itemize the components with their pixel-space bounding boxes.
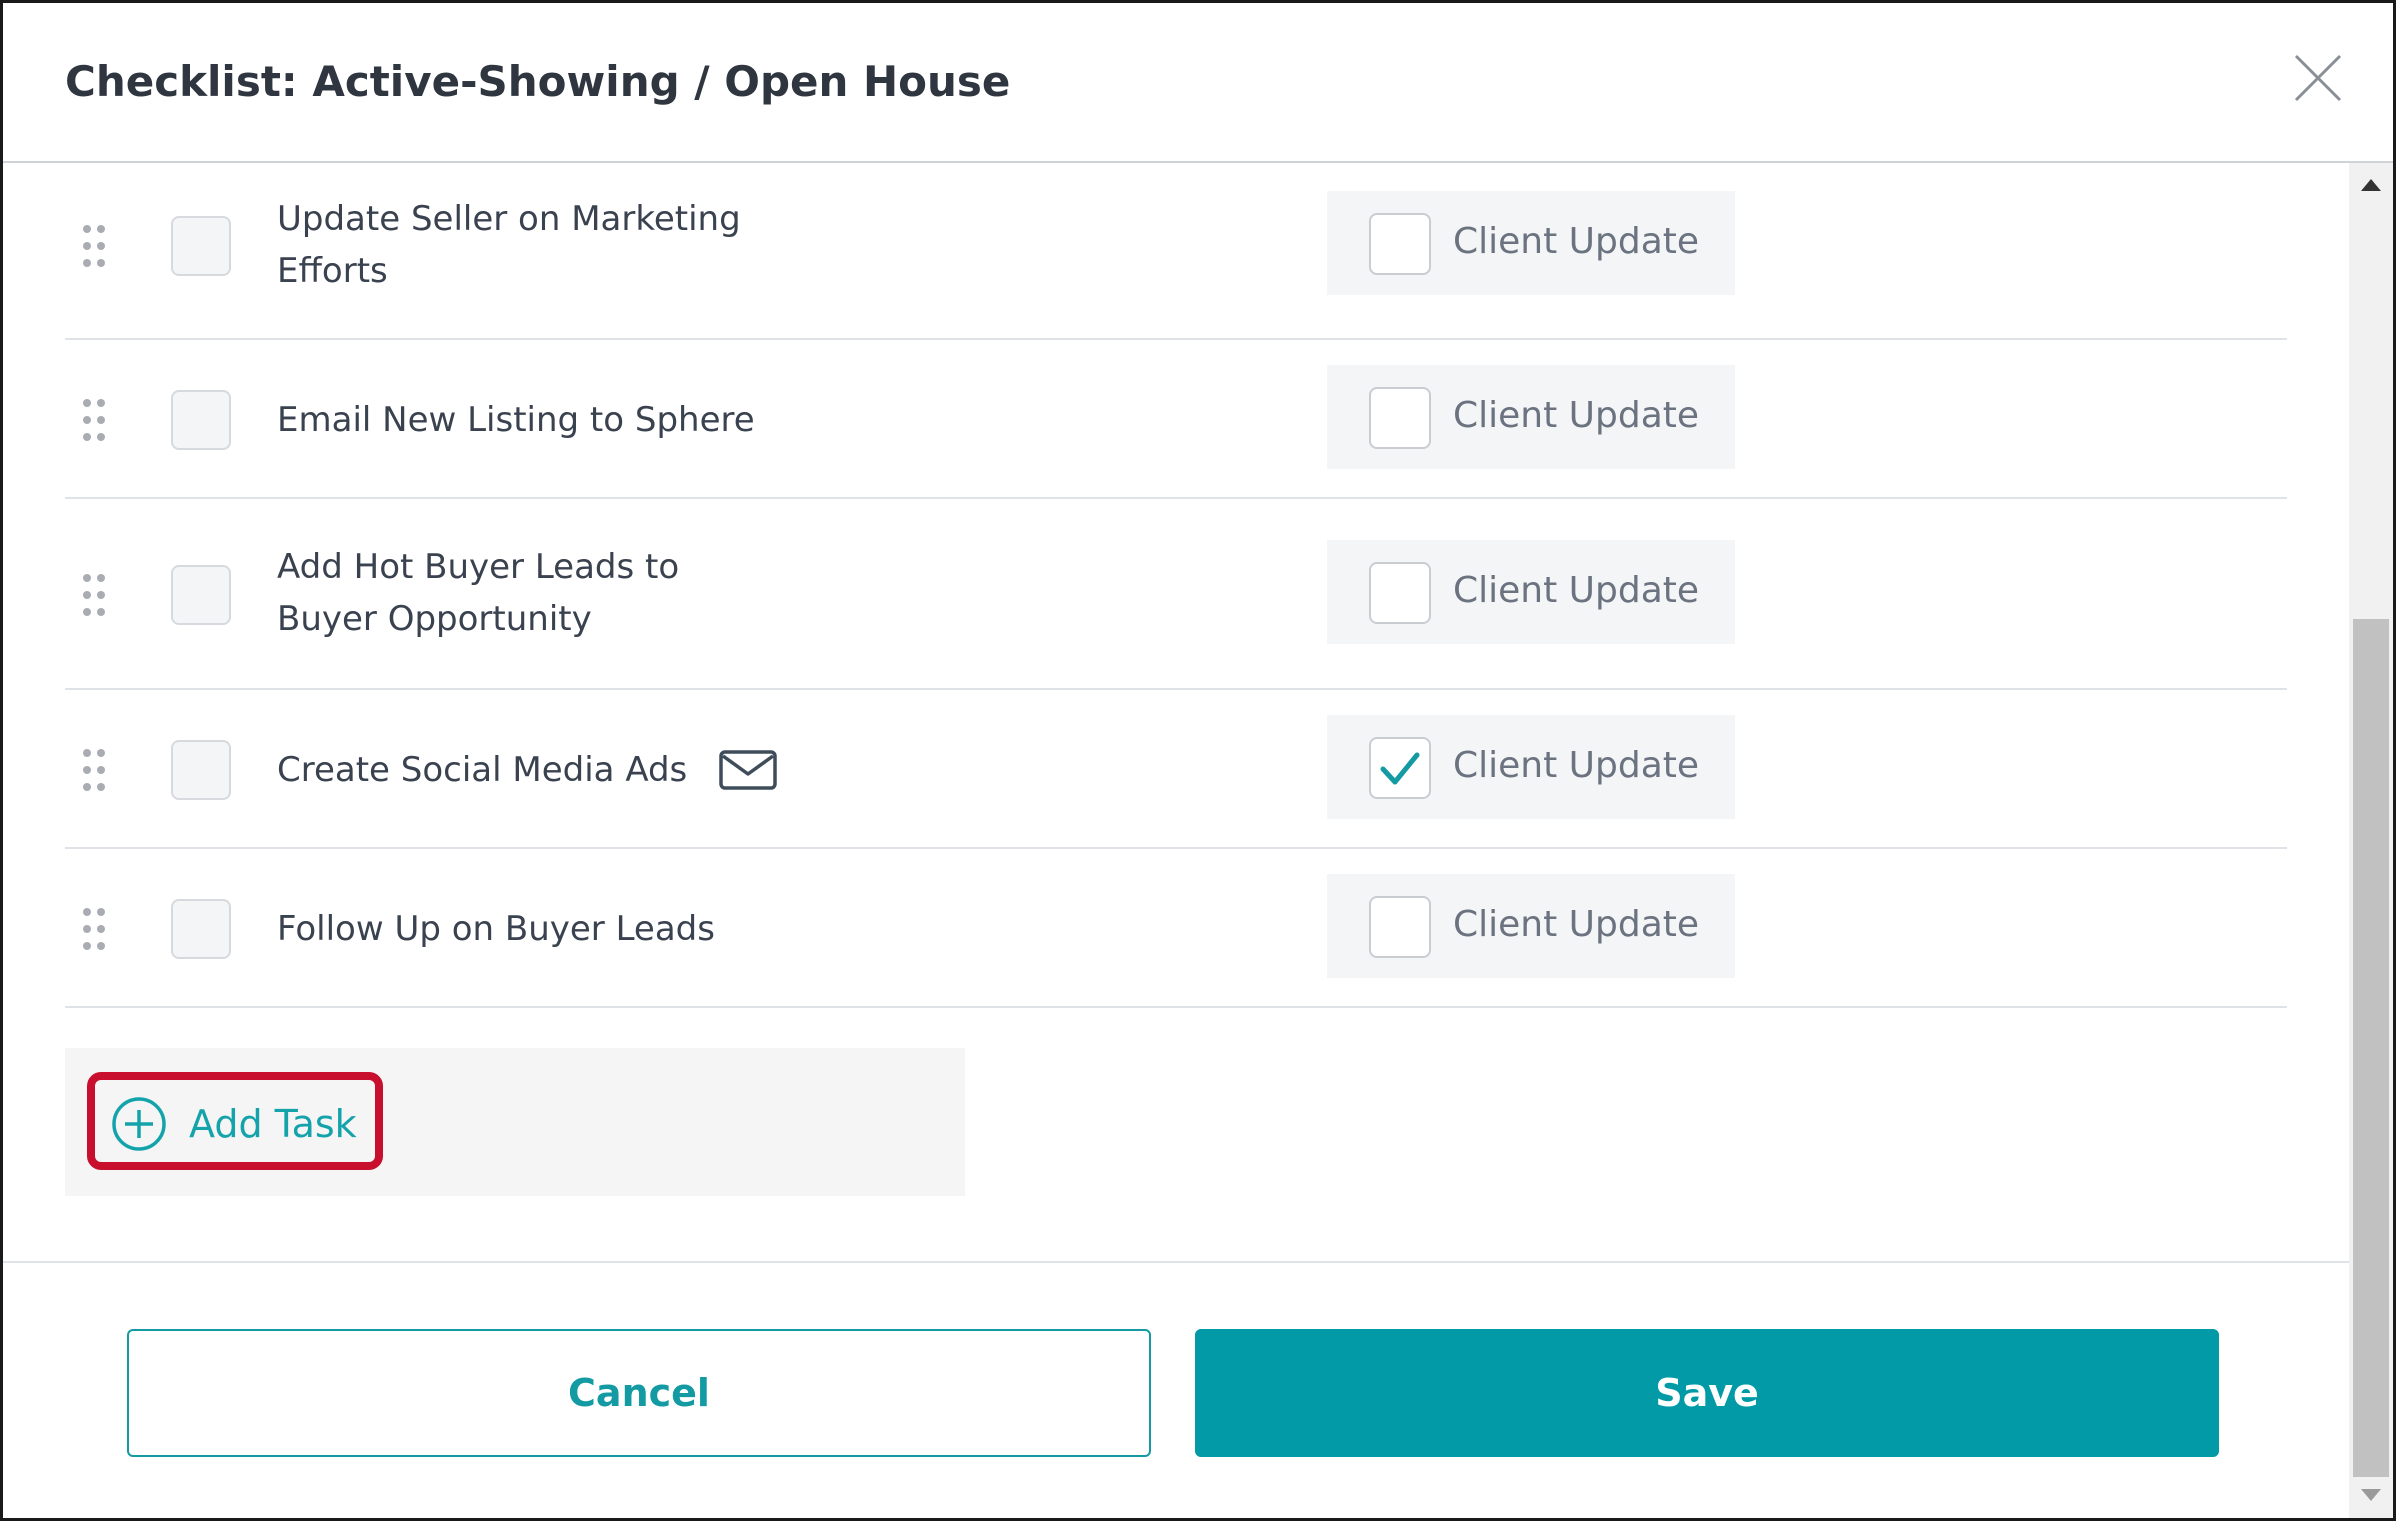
task-row: Update Seller on Marketing Efforts Clien…: [65, 163, 2287, 340]
task-label: Follow Up on Buyer Leads: [277, 909, 715, 949]
add-task-label: Add Task: [189, 1102, 357, 1146]
checkmark-icon: [1380, 752, 1420, 785]
drag-handle-icon[interactable]: [81, 397, 109, 443]
scroll-down-arrow-icon[interactable]: [2361, 1489, 2381, 1501]
close-button[interactable]: [2293, 53, 2343, 103]
client-update-toggle: Client Update: [1327, 874, 1735, 978]
task-label: Update Seller on Marketing Efforts: [277, 199, 741, 291]
task-complete-checkbox[interactable]: [171, 390, 231, 450]
task-list-area: Update Seller on Marketing Efforts Clien…: [3, 163, 2349, 1263]
dialog-footer: Cancel Save: [3, 1261, 2349, 1520]
add-task-area: Add Task: [65, 1048, 965, 1196]
task-row: Add Hot Buyer Leads to Buyer Opportunity…: [65, 499, 2287, 690]
task-label: Email New Listing to Sphere: [277, 400, 755, 440]
checklist-dialog: Checklist: Active-Showing / Open House U…: [0, 0, 2396, 1521]
add-task-button[interactable]: Add Task: [111, 1096, 357, 1152]
cancel-button[interactable]: Cancel: [127, 1329, 1151, 1457]
client-update-label: Client Update: [1453, 745, 1700, 786]
client-update-checkbox[interactable]: [1369, 562, 1431, 624]
task-row: Follow Up on Buyer Leads Client Update: [65, 849, 2287, 1008]
client-update-toggle: Client Update: [1327, 191, 1735, 295]
task-row: Email New Listing to Sphere Client Updat…: [65, 340, 2287, 499]
client-update-toggle: Client Update: [1327, 365, 1735, 469]
scroll-up-arrow-icon[interactable]: [2361, 179, 2381, 191]
task-label: Add Hot Buyer Leads to Buyer Opportunity: [277, 547, 680, 639]
client-update-label: Client Update: [1453, 570, 1700, 611]
client-update-label: Client Update: [1453, 904, 1700, 945]
client-update-label: Client Update: [1453, 221, 1700, 262]
task-complete-checkbox[interactable]: [171, 740, 231, 800]
dialog-header: Checklist: Active-Showing / Open House: [3, 3, 2393, 163]
dialog-title: Checklist: Active-Showing / Open House: [65, 57, 1011, 106]
client-update-label: Client Update: [1453, 395, 1700, 436]
client-update-checkbox[interactable]: [1369, 213, 1431, 275]
drag-handle-icon[interactable]: [81, 572, 109, 618]
client-update-checkbox[interactable]: [1369, 896, 1431, 958]
drag-handle-icon[interactable]: [81, 223, 109, 269]
drag-handle-icon[interactable]: [81, 906, 109, 952]
plus-circle-icon: [112, 1097, 166, 1151]
close-icon: [2294, 54, 2342, 102]
scroll-thumb[interactable]: [2353, 619, 2389, 1477]
envelope-icon[interactable]: [719, 750, 777, 790]
client-update-checkbox[interactable]: [1369, 387, 1431, 449]
task-complete-checkbox[interactable]: [171, 565, 231, 625]
client-update-toggle: Client Update: [1327, 715, 1735, 819]
task-complete-checkbox[interactable]: [171, 216, 231, 276]
save-button[interactable]: Save: [1195, 1329, 2219, 1457]
client-update-checkbox[interactable]: [1369, 737, 1431, 799]
task-complete-checkbox[interactable]: [171, 899, 231, 959]
client-update-toggle: Client Update: [1327, 540, 1735, 644]
task-row: Create Social Media Ads Client Update: [65, 690, 2287, 849]
vertical-scrollbar[interactable]: [2349, 163, 2393, 1518]
drag-handle-icon[interactable]: [81, 747, 109, 793]
